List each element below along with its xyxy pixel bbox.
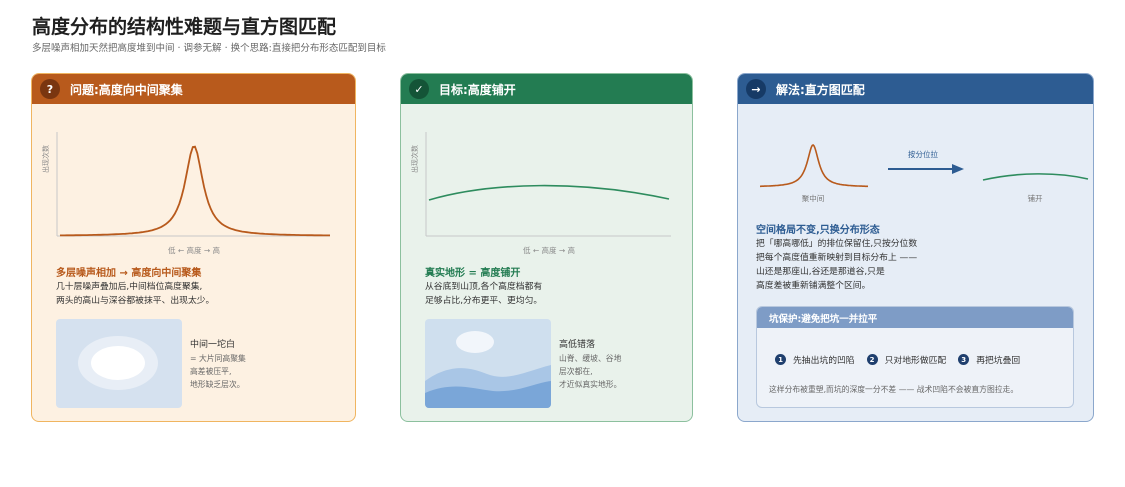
- solution-body-line: 把每个高度值重新映射到目标分布上 ——: [756, 253, 918, 263]
- problem-body: 几十层噪声叠加后,中间档位高度聚集, 两头的高山与深谷都被抹平、出现太少。: [56, 280, 214, 308]
- pit-step: 2 只对地形做匹配: [866, 353, 947, 366]
- problem-card-title: 问题:高度向中间聚集: [70, 82, 183, 97]
- arrow-right-icon: →: [746, 79, 766, 99]
- check-icon: ✓: [409, 79, 429, 99]
- goal-card-title: 目标:高度铺开: [439, 82, 516, 97]
- step-label: 再把坑叠回: [976, 356, 1021, 366]
- goal-card-header: ✓ 目标:高度铺开: [401, 74, 692, 104]
- goal-body-line: 从谷底到山顶,各个高度档都有: [425, 282, 543, 292]
- problem-thumb-title: 中间一坨白: [190, 340, 236, 350]
- goal-body: 从谷底到山顶,各个高度档都有 足够占比,分布更平、更均匀。: [425, 280, 542, 308]
- pit-protection-box: 坑保护:避免把坑一并拉平 1 先抽出坑的凹陷 2 只对地形做匹配 3 再把坑叠回…: [756, 306, 1074, 408]
- flat-terrain-thumbnail: [56, 319, 182, 408]
- goal-card: ✓ 目标:高度铺开 出现次数 低 ← 高度 → 高 真实地形 = 高度铺开 从谷…: [400, 73, 693, 422]
- solution-body-line: 山还是那座山,谷还是那道谷,只是: [756, 267, 885, 277]
- solution-card: → 解法:直方图匹配 聚中间 按分位拉 铺开 空间格局不变,只换分布形态 把「哪…: [737, 73, 1094, 422]
- histogram-matching-illustration: 聚中间 按分位拉 铺开: [760, 144, 1089, 203]
- step-number-badge: 1: [775, 354, 786, 365]
- solution-card-title: 解法:直方图匹配: [776, 82, 865, 97]
- problem-body-line: 几十层噪声叠加后,中间档位高度聚集,: [56, 282, 203, 292]
- thumb-note-line: = 大片同高聚集: [190, 354, 246, 363]
- mini-right-label: 铺开: [1028, 193, 1044, 203]
- goal-thumb-notes: 山脊、缓坡、谷地 层次都在, 才近似真实地形。: [559, 352, 621, 391]
- problem-heading: 多层噪声相加 → 高度向中间聚集: [56, 268, 202, 279]
- solution-card-header: → 解法:直方图匹配: [738, 74, 1093, 104]
- problem-body-line: 两头的高山与深谷都被抹平、出现太少。: [56, 296, 215, 306]
- question-icon: ?: [40, 79, 60, 99]
- pit-protection-steps: 1 先抽出坑的凹陷 2 只对地形做匹配 3 再把坑叠回: [775, 353, 1032, 366]
- varied-terrain-thumbnail: [425, 319, 551, 408]
- problem-thumb-notes: = 大片同高聚集 高差被压平, 地形缺乏层次。: [190, 352, 246, 391]
- peaked-histogram-plot: 出现次数 低 ← 高度 → 高: [41, 132, 330, 255]
- y-axis-label: 出现次数: [410, 145, 419, 173]
- thumb-note-line: 山脊、缓坡、谷地: [559, 354, 622, 363]
- pit-step: 3 再把坑叠回: [958, 353, 1020, 366]
- solution-heading: 空间格局不变,只换分布形态: [756, 225, 880, 236]
- goal-body-line: 足够占比,分布更平、更均匀。: [425, 296, 543, 306]
- step-number-badge: 2: [866, 354, 878, 365]
- thumb-note-line: 高差被压平,: [190, 367, 232, 376]
- page-title: 高度分布的结构性难题与直方图匹配: [32, 16, 337, 38]
- transform-arrow-head: [952, 164, 964, 174]
- step-label: 只对地形做匹配: [884, 356, 947, 366]
- mini-flat-curve: [982, 173, 1089, 181]
- step-number-badge: 3: [958, 354, 970, 365]
- solution-body: 把「哪高哪低」的排位保留住,只按分位数 把每个高度值重新映射到目标分布上 —— …: [756, 237, 917, 293]
- page-subtitle: 多层噪声相加天然把高度堆到中间 · 调参无解 · 换个思路:直接把分布形态匹配到…: [32, 43, 386, 54]
- x-axis-label: 低 ← 高度 → 高: [168, 245, 221, 255]
- goal-heading: 真实地形 = 高度铺开: [425, 268, 521, 279]
- mini-left-label: 聚中间: [802, 193, 825, 203]
- solution-body-line: 高度差被重新铺满整个区间。: [756, 281, 871, 291]
- peaked-distribution-curve: [60, 145, 330, 237]
- thumb-note-line: 层次都在,: [559, 367, 593, 376]
- pit-step: 1 先抽出坑的凹陷: [775, 353, 855, 366]
- y-axis-label: 出现次数: [41, 145, 50, 173]
- pit-protection-note: 这样分布被重塑,而坑的深度一分不差 —— 战术凹陷不会被直方图拉走。: [769, 385, 1019, 394]
- flat-histogram-plot: 出现次数 低 ← 高度 → 高: [410, 132, 671, 255]
- mini-peaked-curve: [760, 144, 868, 188]
- pit-protection-header: 坑保护:避免把坑一并拉平: [757, 307, 1073, 328]
- problem-card-header: ? 问题:高度向中间聚集: [32, 74, 355, 104]
- step-label: 先抽出坑的凹陷: [793, 356, 855, 366]
- thumb-note-line: 才近似真实地形。: [559, 380, 622, 389]
- thumb-note-line: 地形缺乏层次。: [190, 380, 245, 389]
- arrow-label: 按分位拉: [908, 149, 938, 159]
- problem-card: ? 问题:高度向中间聚集 出现次数 低 ← 高度 → 高 多层噪声相加 → 高度…: [31, 73, 356, 422]
- flat-distribution-curve: [428, 184, 670, 201]
- x-axis-label: 低 ← 高度 → 高: [523, 245, 576, 255]
- goal-thumb-title: 高低错落: [559, 340, 596, 350]
- solution-body-line: 把「哪高哪低」的排位保留住,只按分位数: [756, 239, 918, 249]
